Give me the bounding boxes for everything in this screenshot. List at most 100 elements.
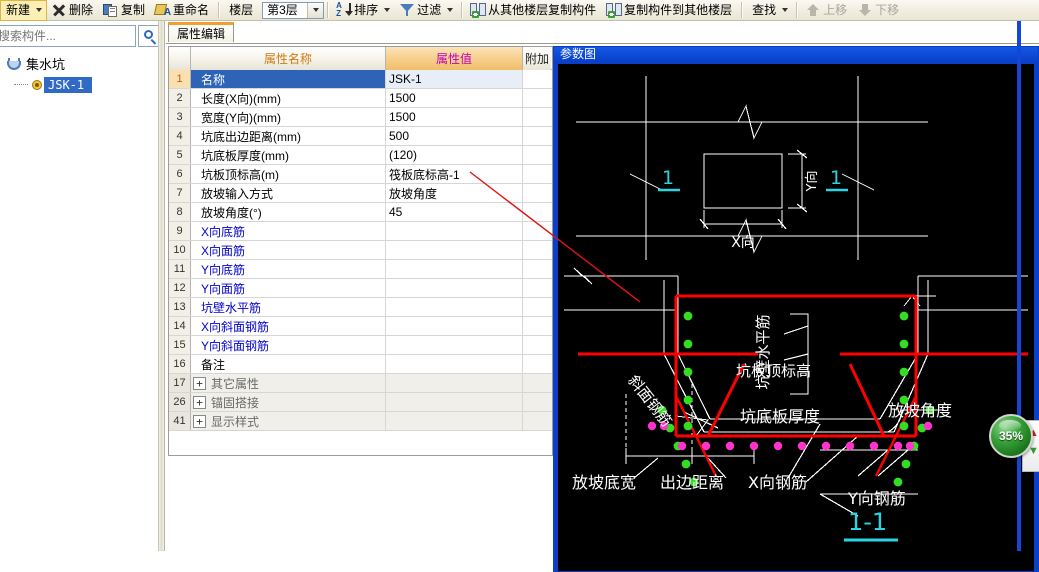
copy-from-other-floor-button[interactable]: 从其他楼层复制构件 (466, 1, 602, 20)
tree-node-jsk-1[interactable]: JSK-1 (0, 75, 158, 95)
column-header-name[interactable]: 属性名称 (191, 47, 386, 70)
parameter-diagram-canvas[interactable]: X向 Y向 1 1 坑壁水平筋 坑板顶标高 坑底板厚度 斜面钢筋 放坡底宽 出边… (558, 64, 1034, 571)
property-value-cell[interactable]: 45 (386, 203, 523, 221)
property-value-cell[interactable] (386, 260, 523, 278)
sort-button[interactable]: AZ 排序 (332, 1, 395, 20)
expand-plus-icon[interactable]: + (193, 395, 206, 409)
move-down-button[interactable]: 下移 (853, 1, 905, 20)
property-value-cell[interactable] (386, 374, 523, 392)
property-extra-cell[interactable] (523, 108, 551, 126)
floor-select[interactable]: 第3层 (262, 1, 325, 19)
property-value-cell[interactable] (386, 279, 523, 297)
table-row[interactable]: 3 宽度(Y向)(mm) 1500 (169, 108, 552, 127)
property-name-cell[interactable]: 坑底出边距离(mm) (191, 127, 386, 145)
table-row[interactable]: 12 Y向面筋 (169, 279, 552, 298)
rename-button[interactable]: A 重命名 (151, 1, 215, 20)
chevron-down-icon[interactable] (782, 8, 789, 12)
property-value-cell[interactable]: 500 (386, 127, 523, 145)
property-value-cell[interactable]: 1500 (386, 89, 523, 107)
property-name-cell[interactable]: 坑底板厚度(mm) (191, 146, 386, 164)
delete-button[interactable]: 删除 (47, 1, 99, 20)
property-extra-cell[interactable] (523, 374, 551, 392)
tab-property-edit[interactable]: 属性编辑 (168, 22, 235, 43)
table-row[interactable]: 4 坑底出边距离(mm) 500 (169, 127, 552, 146)
tree-node-root[interactable]: 集水坑 (0, 55, 158, 75)
property-name-cell[interactable]: + 其它属性 (191, 374, 386, 392)
table-row[interactable]: 1 名称 JSK-1 (169, 70, 552, 89)
property-extra-cell[interactable] (523, 184, 551, 202)
property-name-cell[interactable]: Y向面筋 (191, 279, 386, 297)
table-row[interactable]: 2 长度(X向)(mm) 1500 (169, 89, 552, 108)
property-value-cell[interactable] (386, 412, 523, 430)
table-row[interactable]: 6 坑板顶标高(m) 筏板底标高-1 (169, 165, 552, 184)
table-row[interactable]: 5 坑底板厚度(mm) (120) (169, 146, 552, 165)
property-name-cell[interactable]: 备注 (191, 355, 386, 373)
table-row[interactable]: 26 + 锚固搭接 (169, 393, 552, 412)
property-extra-cell[interactable] (523, 146, 551, 164)
column-header-rownum[interactable] (169, 47, 191, 70)
property-extra-cell[interactable] (523, 298, 551, 316)
chevron-down-icon[interactable] (447, 8, 454, 12)
property-value-cell[interactable] (386, 393, 523, 411)
property-name-cell[interactable]: 放坡输入方式 (191, 184, 386, 202)
property-extra-cell[interactable] (523, 203, 551, 221)
search-input-wrap[interactable] (0, 25, 136, 47)
table-row[interactable]: 7 放坡输入方式 放坡角度 (169, 184, 552, 203)
property-name-cell[interactable]: X向底筋 (191, 222, 386, 240)
property-value-cell[interactable] (386, 222, 523, 240)
progress-badge[interactable]: 35% (989, 414, 1033, 458)
table-row[interactable]: 15 Y向斜面钢筋 (169, 336, 552, 355)
table-row[interactable]: 17 + 其它属性 (169, 374, 552, 393)
property-extra-cell[interactable] (523, 70, 551, 88)
property-value-cell[interactable] (386, 241, 523, 259)
move-up-button[interactable]: 上移 (801, 1, 853, 20)
chevron-down-icon[interactable] (384, 8, 391, 12)
table-row[interactable]: 14 X向斜面钢筋 (169, 317, 552, 336)
property-name-cell[interactable]: Y向底筋 (191, 260, 386, 278)
property-name-cell[interactable]: 名称 (191, 70, 386, 88)
copy-to-other-floor-button[interactable]: 复制构件到其他楼层 (602, 1, 738, 20)
table-row[interactable]: 16 备注 (169, 355, 552, 374)
property-value-cell[interactable] (386, 298, 523, 316)
vertical-splitter[interactable] (158, 21, 165, 551)
property-extra-cell[interactable] (523, 317, 551, 335)
expand-plus-icon[interactable]: + (193, 376, 206, 390)
new-button[interactable]: 新建 (0, 0, 48, 21)
property-extra-cell[interactable] (523, 393, 551, 411)
expand-plus-icon[interactable]: + (193, 414, 206, 428)
property-value-cell[interactable]: 1500 (386, 108, 523, 126)
property-name-cell[interactable]: X向斜面钢筋 (191, 317, 386, 335)
table-row[interactable]: 11 Y向底筋 (169, 260, 552, 279)
property-name-cell[interactable]: 放坡角度(°) (191, 203, 386, 221)
property-extra-cell[interactable] (523, 279, 551, 297)
copy-button[interactable]: 复制 (99, 1, 151, 20)
property-name-cell[interactable]: + 锚固搭接 (191, 393, 386, 411)
property-extra-cell[interactable] (523, 89, 551, 107)
property-extra-cell[interactable] (523, 412, 551, 430)
table-row[interactable]: 9 X向底筋 (169, 222, 552, 241)
property-name-cell[interactable]: 长度(X向)(mm) (191, 89, 386, 107)
property-value-cell[interactable]: 筏板底标高-1 (386, 165, 523, 183)
property-name-cell[interactable]: 宽度(Y向)(mm) (191, 108, 386, 126)
property-value-cell[interactable] (386, 317, 523, 335)
property-value-cell[interactable] (386, 336, 523, 354)
property-extra-cell[interactable] (523, 260, 551, 278)
property-extra-cell[interactable] (523, 336, 551, 354)
property-value-cell[interactable]: 放坡角度 (386, 184, 523, 202)
property-value-cell[interactable]: (120) (386, 146, 523, 164)
property-extra-cell[interactable] (523, 222, 551, 240)
floor-select-chevron-down-icon[interactable] (307, 2, 324, 18)
property-name-cell[interactable]: 坑壁水平筋 (191, 298, 386, 316)
property-name-cell[interactable]: 坑板顶标高(m) (191, 165, 386, 183)
table-row[interactable]: 13 坑壁水平筋 (169, 298, 552, 317)
property-extra-cell[interactable] (523, 355, 551, 373)
property-extra-cell[interactable] (523, 127, 551, 145)
table-row[interactable]: 10 X向面筋 (169, 241, 552, 260)
property-name-cell[interactable]: X向面筋 (191, 241, 386, 259)
property-extra-cell[interactable] (523, 241, 551, 259)
search-button[interactable] (138, 25, 160, 47)
column-header-value[interactable]: 属性值 (386, 47, 523, 70)
filter-button[interactable]: 过滤 (395, 1, 458, 20)
property-value-cell[interactable] (386, 355, 523, 373)
find-button[interactable]: 查找 (746, 1, 793, 20)
